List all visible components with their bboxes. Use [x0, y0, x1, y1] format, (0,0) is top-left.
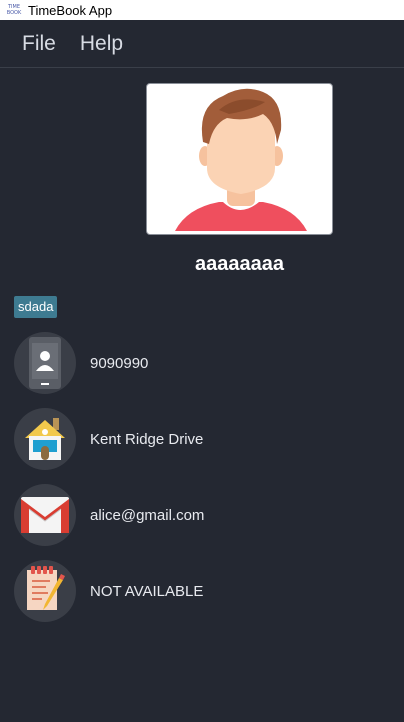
email-text: alice@gmail.com	[90, 506, 205, 524]
menu-file[interactable]: File	[22, 32, 56, 56]
gmail-icon	[21, 497, 69, 533]
phone-row: 9090990	[14, 332, 394, 394]
window-title: TimeBook App	[28, 2, 113, 18]
person-avatar-icon	[175, 88, 307, 231]
address-icon-circle	[14, 408, 76, 470]
notepad-pencil-icon	[27, 566, 65, 610]
phone-text: 9090990	[90, 354, 149, 372]
address-row: Kent Ridge Drive	[14, 408, 394, 470]
remark-text: NOT AVAILABLE	[90, 582, 204, 600]
profile-photo	[146, 83, 333, 235]
tag-badge: sdada	[14, 296, 58, 318]
email-row: alice@gmail.com	[14, 484, 394, 546]
menu-bar: File Help	[0, 20, 404, 68]
remark-row: NOT AVAILABLE	[14, 560, 394, 622]
house-icon	[25, 418, 65, 460]
menu-help[interactable]: Help	[80, 32, 123, 56]
remark-icon-circle	[14, 560, 76, 622]
app-logo-icon: TIME BOOK	[3, 2, 25, 18]
phone-icon-circle	[14, 332, 76, 394]
phone-icon	[29, 337, 61, 389]
email-icon-circle	[14, 484, 76, 546]
app-logo-text: TIME BOOK	[6, 4, 22, 16]
address-text: Kent Ridge Drive	[90, 430, 204, 448]
title-bar: TIME BOOK TimeBook App	[0, 0, 404, 20]
person-name: aaaaaaaa	[195, 253, 284, 275]
